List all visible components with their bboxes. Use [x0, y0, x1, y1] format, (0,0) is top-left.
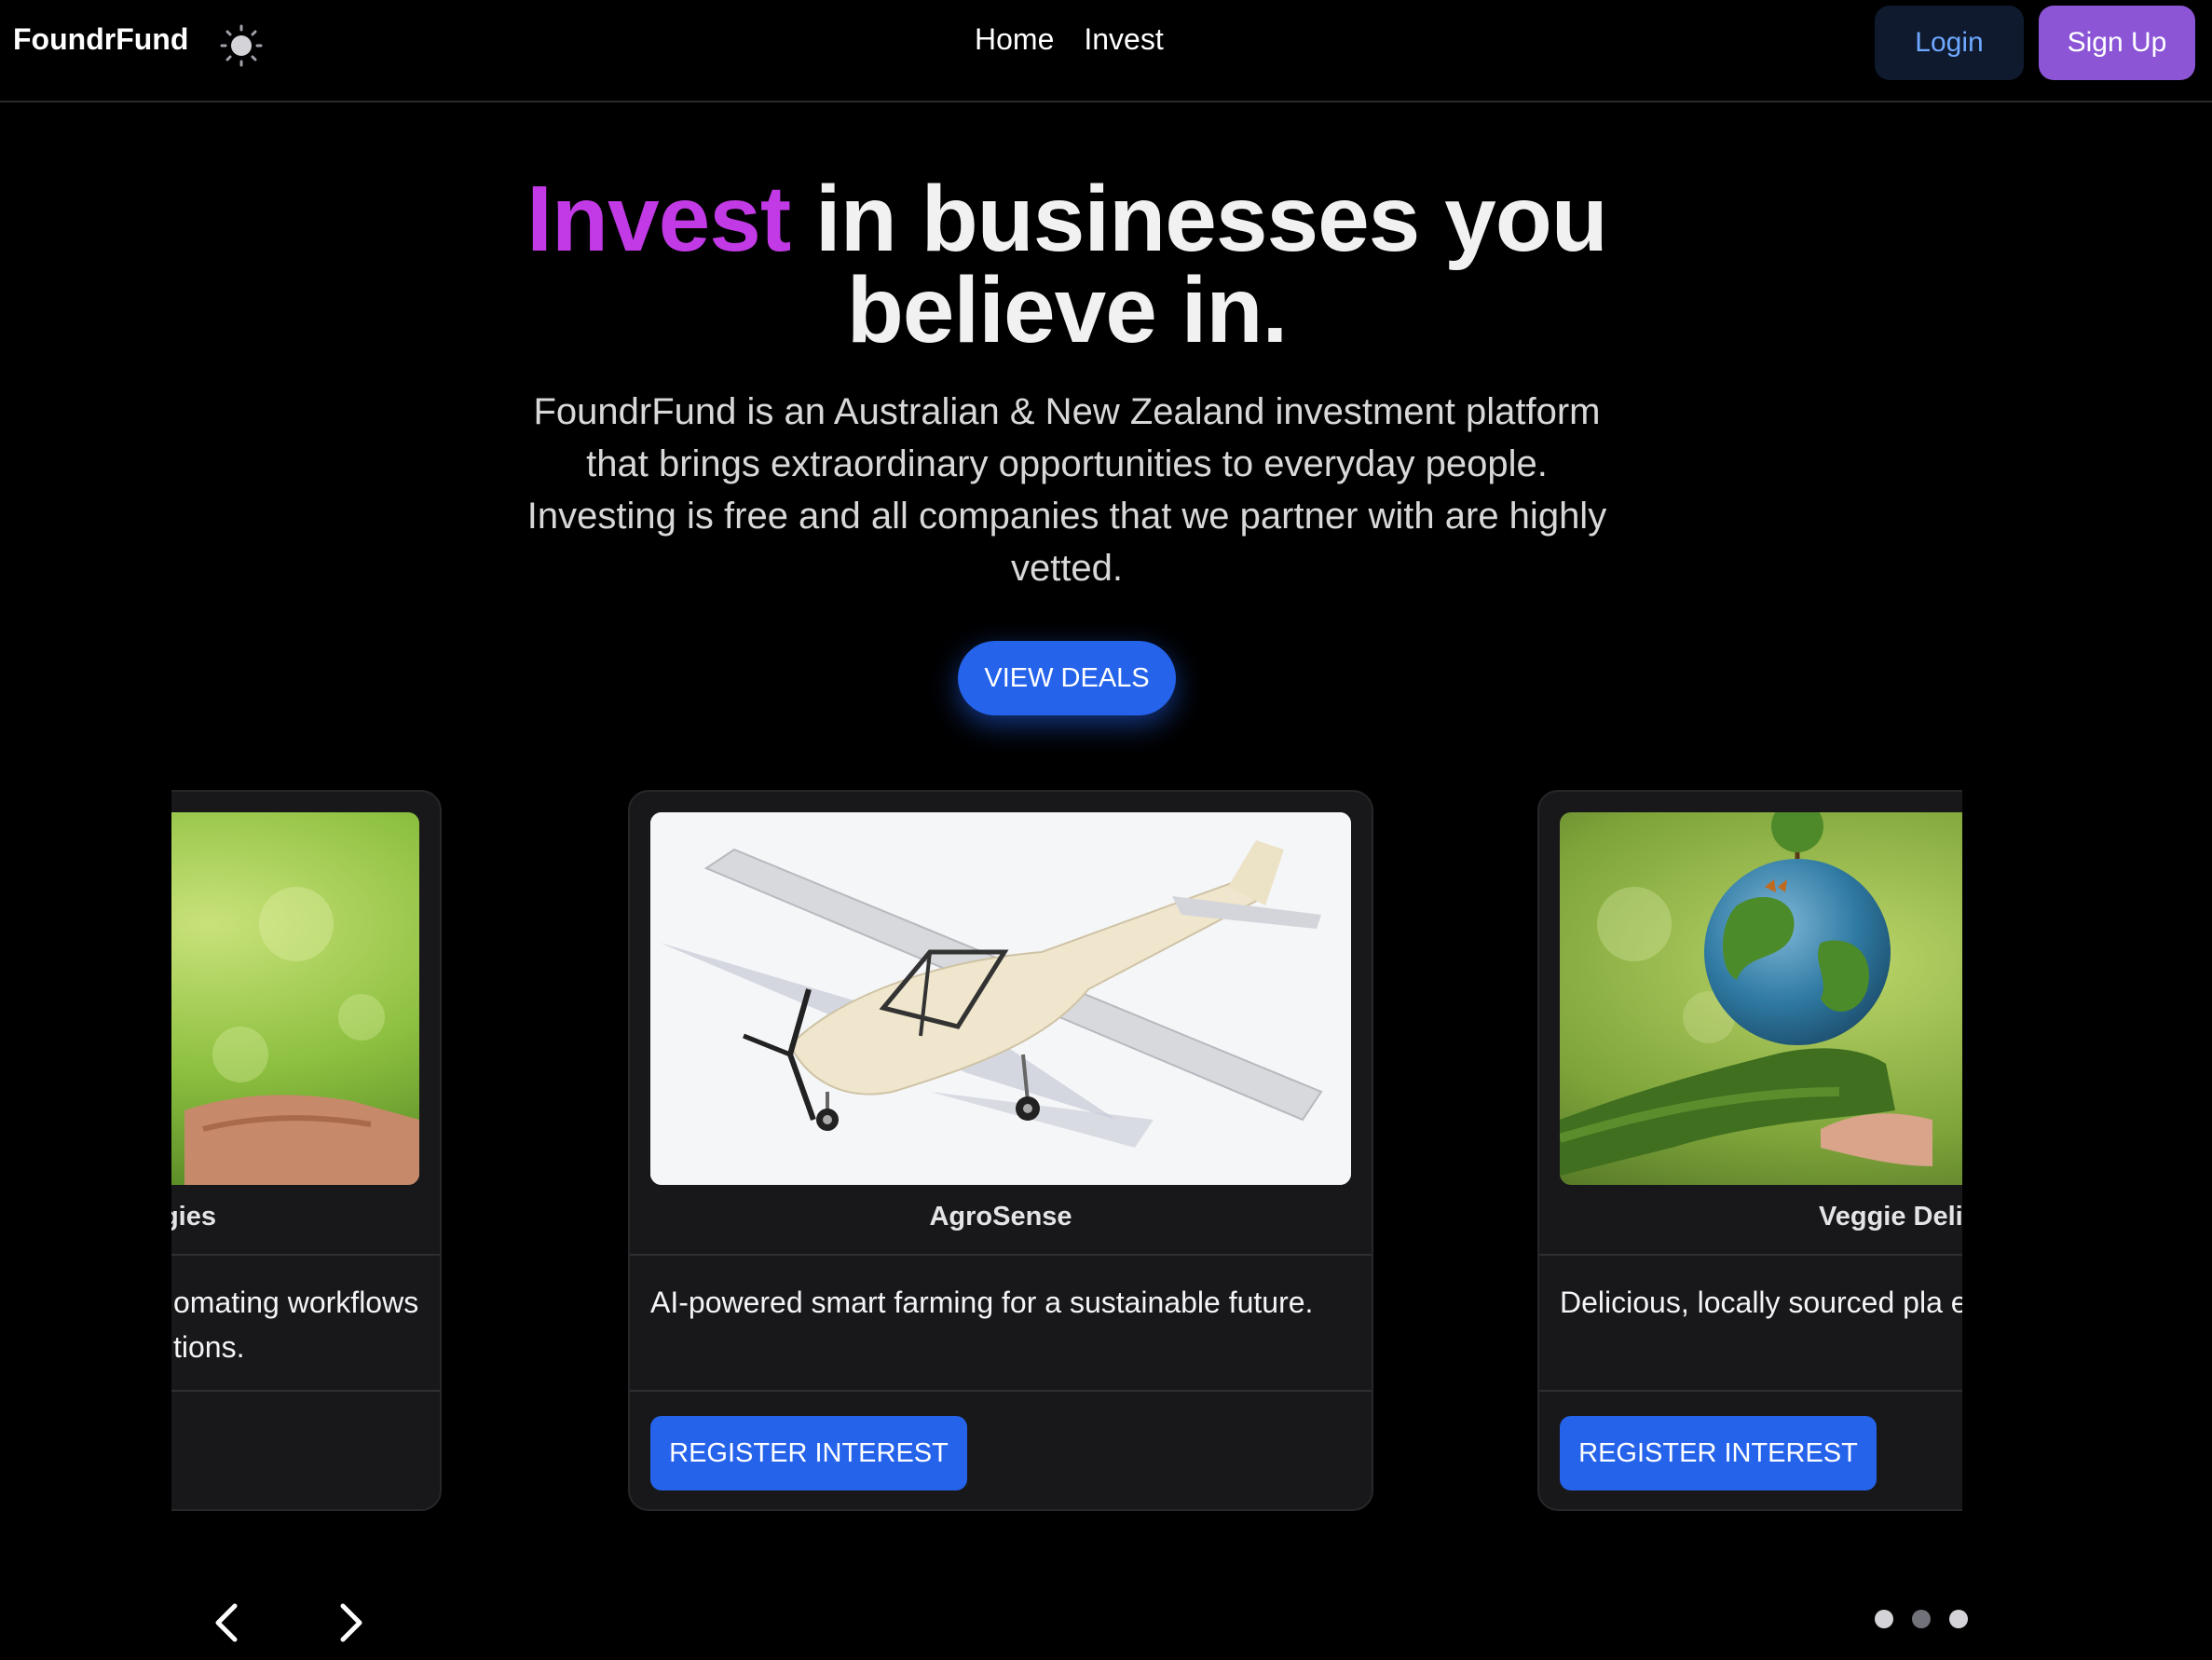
deal-name: Veggie Deli: [1819, 1202, 1962, 1231]
chevron-left-icon[interactable]: [199, 1595, 255, 1651]
deal-name: AgroSense: [929, 1202, 1072, 1231]
deal-card: ogies omating workflows tions.: [171, 790, 442, 1511]
hero-title: Invest in businesses you believe in.: [373, 172, 1761, 357]
carousel-dot[interactable]: [1875, 1610, 1893, 1628]
hero-title-accent: Invest: [526, 167, 791, 271]
card-divider: [630, 1254, 1372, 1256]
view-deals-button[interactable]: VIEW DEALS: [958, 641, 1176, 715]
hero-description: FoundrFund is an Australian & New Zealan…: [526, 391, 1607, 589]
register-interest-button[interactable]: REGISTER INTEREST: [650, 1416, 967, 1490]
deal-description: omating workflows tions.: [173, 1286, 419, 1364]
carousel-dot[interactable]: [1912, 1610, 1931, 1628]
nav-invest-link[interactable]: Invest: [1084, 22, 1163, 57]
card-divider: [1539, 1254, 1962, 1256]
deal-description: Delicious, locally sourced pla everyone.: [1560, 1286, 1962, 1319]
carousel-pagination: [1875, 1610, 1968, 1628]
chevron-right-icon[interactable]: [322, 1595, 378, 1651]
site-header: FoundrFund Home Invest Login Sign Up: [0, 0, 2212, 102]
card-divider: [171, 1390, 440, 1392]
signup-button[interactable]: Sign Up: [2039, 6, 2195, 80]
card-divider: [1539, 1390, 1962, 1392]
card-divider: [630, 1390, 1372, 1392]
main-nav: Home Invest: [975, 22, 1164, 57]
deal-name: ogies: [171, 1202, 216, 1231]
deal-image: [650, 812, 1351, 1185]
carousel-dot[interactable]: [1949, 1610, 1968, 1628]
deal-card: AgroSense AI-powered smart farming for a…: [628, 790, 1373, 1511]
deal-description: AI-powered smart farming for a sustainab…: [650, 1286, 1314, 1319]
login-button[interactable]: Login: [1875, 6, 2024, 80]
deals-carousel: ogies omating workflows tions.: [171, 790, 1962, 1517]
hero-title-rest: in businesses you believe in.: [790, 167, 1608, 362]
register-interest-button[interactable]: REGISTER INTEREST: [1560, 1416, 1877, 1490]
brand-logo[interactable]: FoundrFund: [13, 22, 188, 57]
deal-image: [171, 812, 419, 1185]
deal-image: [1560, 812, 1962, 1185]
sun-icon[interactable]: [218, 22, 265, 69]
card-divider: [171, 1254, 440, 1256]
deal-card: Veggie Deli Delicious, locally sourced p…: [1537, 790, 1962, 1511]
nav-home-link[interactable]: Home: [975, 22, 1054, 57]
